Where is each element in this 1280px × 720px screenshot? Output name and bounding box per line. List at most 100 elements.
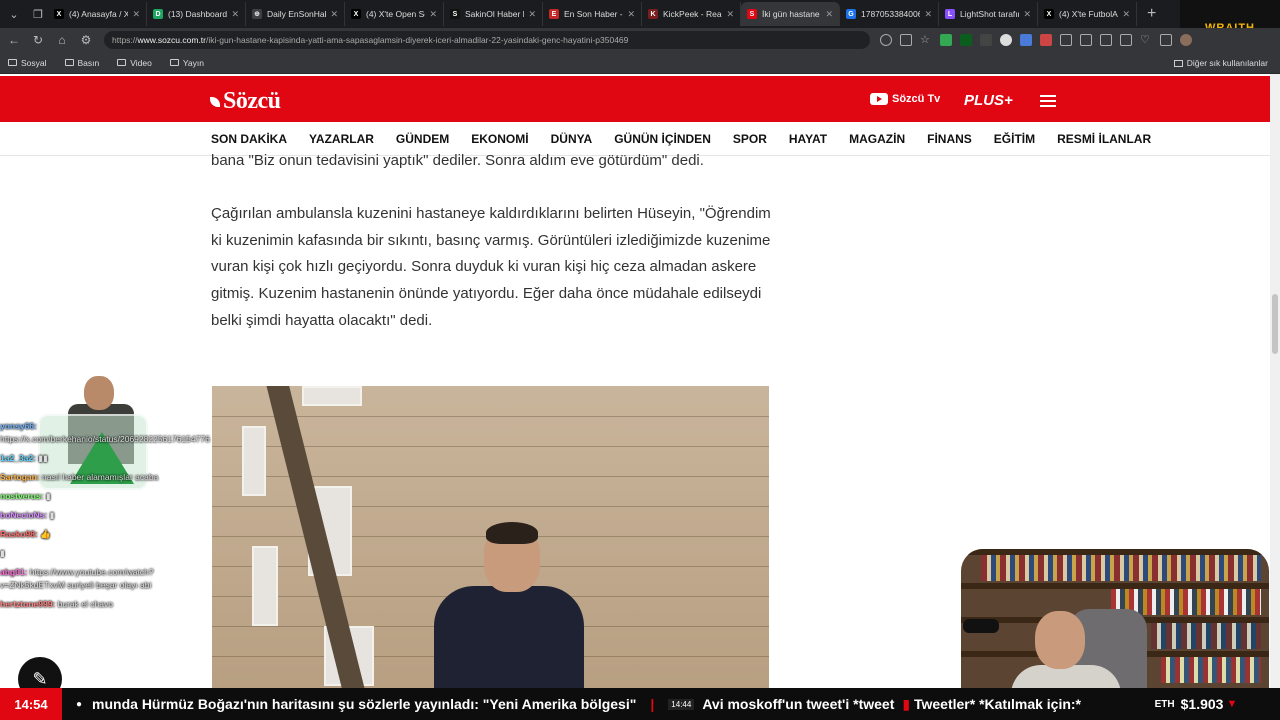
tab-title: (4) Anasayfa / X — [69, 9, 129, 19]
split-view-icon[interactable] — [1080, 34, 1092, 46]
menu-hamburger-icon[interactable] — [1040, 95, 1056, 107]
tab-favicon-icon: L — [945, 9, 955, 19]
browser-tab[interactable]: D (13) Dashboard / ✕ — [147, 2, 246, 26]
heart-icon[interactable]: ♡ — [1140, 34, 1152, 46]
chat-message: boNecioNs: ▮ — [0, 509, 180, 522]
streamer-head — [1035, 611, 1085, 669]
new-tab-button[interactable]: + — [1147, 5, 1156, 23]
page-scrollbar[interactable] — [1270, 74, 1280, 688]
bookmark-folder[interactable]: Yayın — [169, 58, 204, 68]
url-path: /iki-gun-hastane-kapisinda-yatti-ama-sap… — [206, 35, 629, 45]
extension-green-icon[interactable] — [940, 34, 952, 46]
person-hair — [486, 522, 538, 544]
workspaces-icon[interactable]: ❐ — [28, 4, 48, 24]
nav-item[interactable]: HAYAT — [789, 132, 827, 146]
chat-message: Rasko98: 👍 — [0, 528, 180, 541]
tab-favicon-icon: E — [549, 9, 559, 19]
bookmark-folder[interactable]: Video — [117, 58, 152, 68]
chat-message: hertztone999: burak el chavo — [0, 598, 180, 611]
tab-title: (4) X'te Open Sou — [366, 9, 425, 19]
tab-favicon-icon: S — [747, 9, 757, 19]
favorites-icon[interactable] — [1100, 34, 1112, 46]
tab-search-icon[interactable]: ⌄ — [4, 4, 24, 24]
back-icon[interactable]: ← — [4, 33, 24, 47]
url-field[interactable]: https://www.sozcu.com.tr/iki-gun-hastane… — [104, 31, 870, 49]
browser-tab[interactable]: X (4) X'te FutbolAr ✕ — [1038, 2, 1137, 26]
books-row — [981, 555, 1261, 581]
bookmark-label: Sosyal — [21, 57, 47, 68]
extension-blue-icon[interactable] — [1020, 34, 1032, 46]
bookmark-folder[interactable]: Basın — [64, 57, 100, 68]
plus-link[interactable]: PLUS+ — [964, 92, 1013, 109]
chat-text: nasıl haber alamamışlar acaba — [42, 472, 159, 482]
browser-tab[interactable]: X (4) X'te Open Sou ✕ — [345, 2, 444, 26]
zoom-icon[interactable] — [880, 34, 892, 46]
tab-close-icon[interactable]: ✕ — [231, 9, 239, 20]
nav-item[interactable]: EĞİTİM — [994, 132, 1035, 146]
tab-close-icon[interactable]: ✕ — [726, 9, 734, 20]
tab-close-icon[interactable]: ✕ — [429, 9, 437, 20]
ticker-tweet-icon: ▮ — [902, 695, 914, 712]
extension-x-icon[interactable] — [980, 34, 992, 46]
tab-close-icon[interactable]: ✕ — [528, 9, 536, 20]
bookmark-label: Basın — [77, 57, 100, 68]
other-bookmarks[interactable]: Diğer sık kullanılanlar — [1173, 58, 1268, 68]
browser-tab[interactable]: G 1787053384006 ✕ — [840, 2, 939, 26]
bookmark-folder[interactable]: Sosyal — [8, 58, 47, 68]
browser-tab[interactable]: K KickPeek - Real-ti ✕ — [642, 2, 741, 26]
nav-item[interactable]: DÜNYA — [551, 132, 593, 146]
collections-icon[interactable] — [1120, 34, 1132, 46]
extension-dark-icon[interactable] — [960, 34, 972, 46]
chat-username: nostverus: — [0, 491, 44, 501]
window — [252, 546, 278, 626]
nav-item[interactable]: SON DAKİKA — [211, 132, 287, 146]
nav-item[interactable]: MAGAZİN — [849, 132, 905, 146]
tab-close-icon[interactable]: ✕ — [132, 9, 140, 20]
browser-tab[interactable]: S SakinOl Haber M ✕ — [444, 2, 543, 26]
tab-favicon-icon: X — [54, 9, 64, 19]
other-bookmarks-label: Diğer sık kullanılanlar — [1186, 58, 1268, 68]
site-logo[interactable]: Sözcü — [210, 88, 281, 115]
browser-tab[interactable]: ⊕ Daily EnSonHabe ✕ — [246, 2, 345, 26]
tab-close-icon[interactable]: ✕ — [1023, 9, 1031, 20]
nav-item[interactable]: YAZARLAR — [309, 132, 374, 146]
stream-chat: yonsy66: https://x.com/berkehanio/status… — [0, 420, 210, 617]
nav-item[interactable]: EKONOMİ — [471, 132, 528, 146]
reload-icon[interactable]: ↻ — [28, 33, 48, 47]
scrollbar-thumb[interactable] — [1272, 294, 1278, 354]
favorite-star-icon[interactable]: ☆ — [920, 34, 932, 46]
tab-favicon-icon: X — [1044, 9, 1054, 19]
nav-item[interactable]: FİNANS — [927, 132, 972, 146]
tab-close-icon[interactable]: ✕ — [627, 9, 635, 20]
reader-icon[interactable] — [900, 34, 912, 46]
browser-tab[interactable]: S İki gün hastane k ✕ — [741, 2, 840, 26]
browser-tab[interactable]: E En Son Haber - H ✕ — [543, 2, 642, 26]
nav-item[interactable]: RESMİ İLANLAR — [1057, 132, 1151, 146]
nav-item[interactable]: GÜNÜN İÇİNDEN — [614, 132, 711, 146]
tab-close-icon[interactable]: ✕ — [924, 9, 932, 20]
browser-tab[interactable]: X (4) Anasayfa / X ✕ — [48, 2, 147, 26]
browser-tab[interactable]: L LightShot tarafın ✕ — [939, 2, 1038, 26]
tab-favicon-icon: ⊕ — [252, 9, 262, 19]
extension-white-icon[interactable] — [1000, 34, 1012, 46]
folder-icon — [117, 59, 127, 66]
home-icon[interactable]: ⌂ — [52, 33, 72, 47]
tab-title: Daily EnSonHabe — [267, 9, 326, 19]
folder-icon — [64, 59, 74, 66]
folder-icon — [8, 59, 17, 66]
news-ticker: 14:54 ● munda Hürmüz Boğazı'nın haritası… — [0, 688, 1280, 720]
downloads-icon[interactable] — [1160, 34, 1172, 46]
nav-item[interactable]: SPOR — [733, 132, 767, 146]
profile-avatar[interactable] — [1180, 34, 1192, 46]
chat-message: ▮ — [0, 547, 180, 560]
tab-close-icon[interactable]: ✕ — [825, 9, 833, 20]
nav-item[interactable]: GÜNDEM — [396, 132, 449, 146]
address-bar: ← ↻ ⌂ ⚙ https://www.sozcu.com.tr/iki-gun… — [0, 28, 1280, 52]
extension-s-icon[interactable] — [1040, 34, 1052, 46]
window — [242, 426, 266, 496]
site-info-icon[interactable]: ⚙ — [76, 33, 96, 47]
sozcu-tv-link[interactable]: Sözcü Tv — [870, 93, 940, 105]
tab-close-icon[interactable]: ✕ — [330, 9, 338, 20]
extensions-puzzle-icon[interactable] — [1060, 34, 1072, 46]
tab-close-icon[interactable]: ✕ — [1122, 9, 1130, 20]
